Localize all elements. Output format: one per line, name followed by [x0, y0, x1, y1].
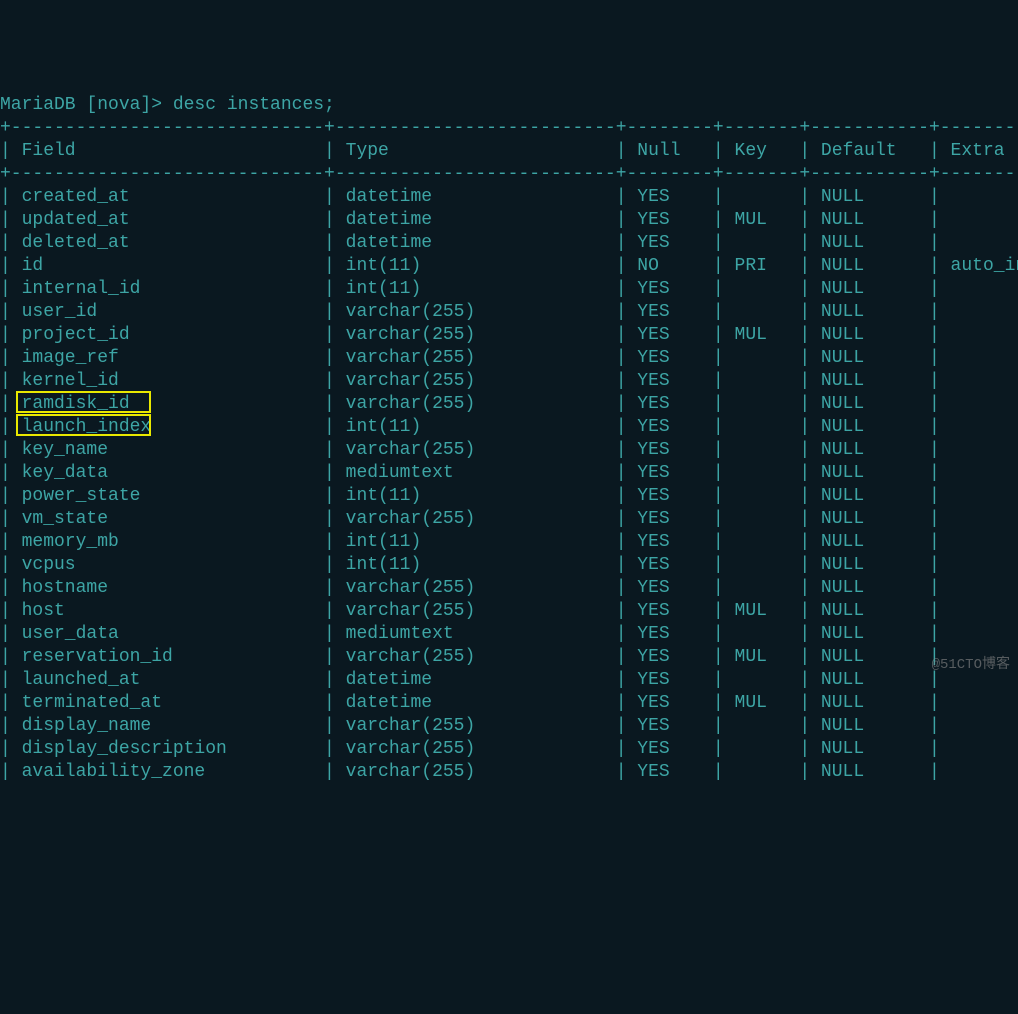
terminal-output: MariaDB [nova]> desc instances; +-------…: [0, 94, 1018, 784]
watermark: @51CTO博客: [932, 654, 1010, 677]
